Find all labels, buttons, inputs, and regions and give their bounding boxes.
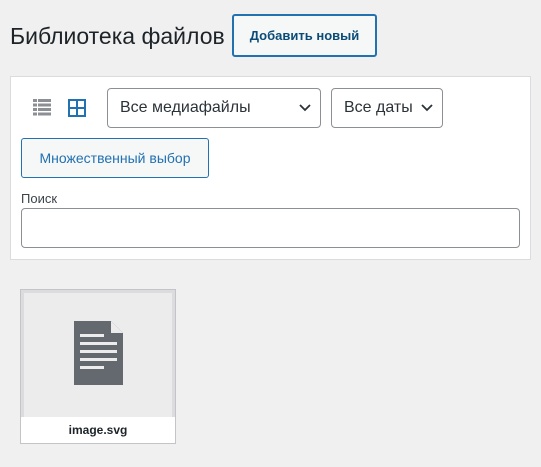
- document-icon: [74, 321, 123, 385]
- page-title: Библиотека файлов: [10, 23, 225, 49]
- add-new-button[interactable]: Добавить новый: [232, 14, 377, 57]
- date-select[interactable]: Все даты: [331, 88, 443, 128]
- media-type-select[interactable]: Все медиафайлы: [107, 88, 321, 128]
- date-select-value: Все даты: [344, 99, 413, 116]
- chevron-down-icon: [299, 104, 311, 112]
- search-label: Поиск: [21, 191, 58, 206]
- attachment-filename: image.svg: [21, 417, 175, 443]
- media-toolbar: Все медиафайлы Все даты Множественный вы…: [10, 76, 531, 260]
- attachment-item[interactable]: image.svg: [20, 289, 176, 444]
- bulk-select-button[interactable]: Множественный выбор: [21, 138, 209, 178]
- grid-view-icon[interactable]: [67, 98, 87, 118]
- list-view-icon[interactable]: [32, 98, 52, 118]
- search-input[interactable]: [21, 208, 520, 248]
- media-type-select-value: Все медиафайлы: [120, 99, 251, 116]
- attachment-thumbnail: [21, 290, 175, 417]
- chevron-down-icon: [421, 104, 433, 112]
